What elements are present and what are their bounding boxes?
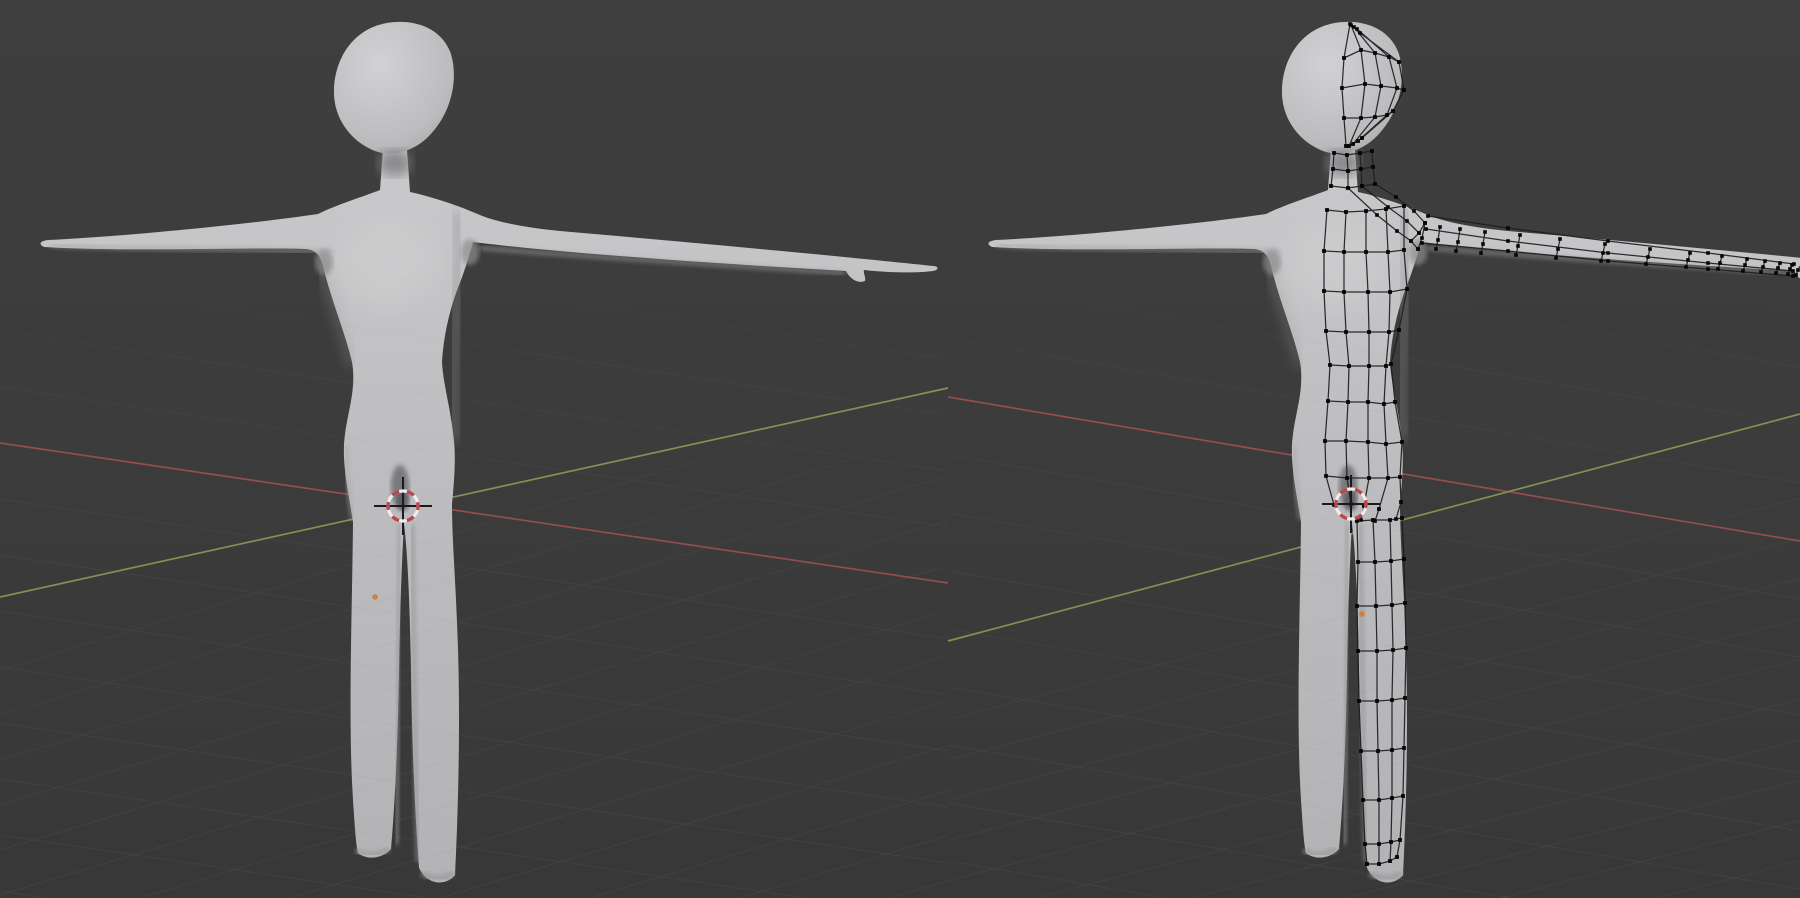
object-origin-icon	[1359, 611, 1365, 617]
blender-viewport[interactable]	[0, 0, 1800, 898]
object-origin-icon	[372, 594, 378, 600]
